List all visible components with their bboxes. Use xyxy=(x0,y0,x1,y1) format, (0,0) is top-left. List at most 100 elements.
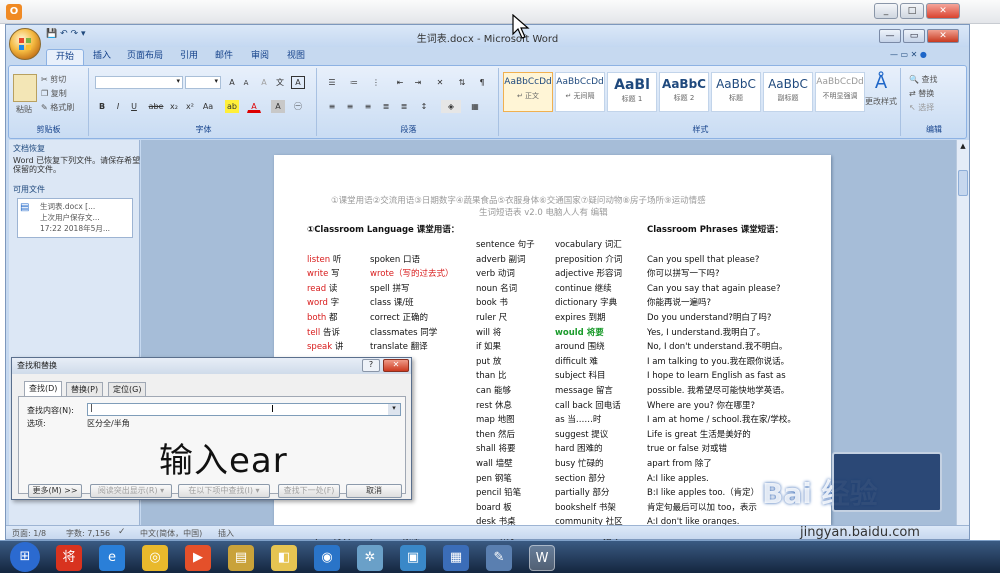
restore-button[interactable]: ▭ xyxy=(903,29,925,43)
media-player-icon[interactable]: ▶ xyxy=(185,545,211,571)
find-in-button[interactable]: 在以下项中查找(I) ▾ xyxy=(178,484,270,498)
app-jiang-icon[interactable]: 将 xyxy=(56,545,82,571)
tab-insert[interactable]: 插入 xyxy=(84,49,120,65)
underline-button[interactable]: U xyxy=(127,100,141,113)
font-color-button[interactable]: A xyxy=(247,100,261,113)
browser-360-icon[interactable]: ◉ xyxy=(314,545,340,571)
document-icon[interactable]: ▦ xyxy=(443,545,469,571)
player-maximize-button[interactable]: □ xyxy=(900,3,924,19)
dialog-help-button[interactable]: ? xyxy=(362,359,380,372)
select-button[interactable]: ↖ 选择 xyxy=(909,102,934,113)
tab-page-layout[interactable]: 页面布局 xyxy=(118,49,172,65)
find-next-button[interactable]: 查找下一处(F) xyxy=(278,484,340,498)
tab-mailings[interactable]: 邮件 xyxy=(206,49,242,65)
word-count[interactable]: 字数: 7,156 xyxy=(66,528,110,539)
dialog-close-button[interactable]: ✕ xyxy=(383,359,409,372)
style-subtle-emphasis[interactable]: AaBbCcDd 不明显强调 xyxy=(815,72,865,112)
highlight-button[interactable]: ab xyxy=(225,100,239,113)
page-count[interactable]: 页面: 1/8 xyxy=(12,528,46,539)
player-logo-icon[interactable]: O xyxy=(6,4,22,20)
player-close-button[interactable]: ✕ xyxy=(926,3,960,19)
sort-button[interactable]: ⇅ xyxy=(455,76,469,89)
recovered-file-item[interactable]: ▤ 生词表.docx [... 上次用户保存文... 17:22 2018年5月… xyxy=(17,198,133,238)
player-minimize-button[interactable]: _ xyxy=(874,3,898,19)
tab-review[interactable]: 审阅 xyxy=(242,49,278,65)
align-left-button[interactable]: ≡ xyxy=(325,100,339,113)
char-border-button[interactable]: A xyxy=(291,76,305,89)
format-painter-button[interactable]: ✎ 格式刷 xyxy=(41,102,74,113)
find-what-input[interactable]: | ▾ xyxy=(87,403,401,416)
style-heading-2[interactable]: AaBbC 标题 2 xyxy=(659,72,709,112)
increase-indent-button[interactable]: ⇥ xyxy=(411,76,425,89)
image-app-icon[interactable]: ▣ xyxy=(400,545,426,571)
borders-button[interactable]: ▦ xyxy=(465,100,485,113)
style-normal[interactable]: AaBbCcDd ↵ 正文 xyxy=(503,72,553,112)
italic-button[interactable]: I xyxy=(111,100,125,113)
style-no-spacing[interactable]: AaBbCcDd ↵ 无间隔 xyxy=(555,72,605,112)
style-title[interactable]: AaBbC 标题 xyxy=(711,72,761,112)
language-status[interactable]: 中文(简体，中国) xyxy=(140,528,202,539)
word-icon[interactable]: W xyxy=(529,545,555,571)
multilevel-list-button[interactable]: ⋮ xyxy=(369,76,383,89)
tab-replace[interactable]: 替换(P) xyxy=(66,382,104,396)
find-button[interactable]: 🔍 查找 xyxy=(909,74,938,85)
insert-mode-status[interactable]: 插入 xyxy=(218,528,234,539)
close-button[interactable]: ✕ xyxy=(927,29,959,43)
proofing-icon[interactable]: ✓ xyxy=(118,527,126,537)
font-name-select[interactable]: ▾ xyxy=(95,76,183,89)
folder-icon[interactable]: ▤ xyxy=(228,545,254,571)
style-subtitle[interactable]: AaBbC 副标题 xyxy=(763,72,813,112)
strikethrough-button[interactable]: abe xyxy=(147,100,165,113)
ribbon-restore-button[interactable]: ▭ xyxy=(901,50,909,59)
ie-icon[interactable]: e xyxy=(99,545,125,571)
settings-app-icon[interactable]: ✲ xyxy=(357,545,383,571)
bullets-button[interactable]: ☰ xyxy=(325,76,339,89)
tool-icon[interactable]: ✎ xyxy=(486,545,512,571)
office-button[interactable] xyxy=(9,28,41,60)
tab-references[interactable]: 引用 xyxy=(171,49,207,65)
chrome-icon[interactable]: ◎ xyxy=(142,545,168,571)
windows-start-icon[interactable]: ⊞ xyxy=(10,542,40,572)
cancel-button[interactable]: 取消 xyxy=(346,484,402,498)
subscript-button[interactable]: x₂ xyxy=(167,100,181,113)
decrease-indent-button[interactable]: ⇤ xyxy=(393,76,407,89)
ribbon-close-button[interactable]: ✕ xyxy=(911,50,918,59)
distribute-button[interactable]: ≣ xyxy=(397,100,411,113)
tab-find[interactable]: 查找(D) xyxy=(24,381,63,396)
shading-button[interactable]: ◈ xyxy=(441,100,461,113)
change-case-button[interactable]: Aa xyxy=(201,100,215,113)
phonetic-guide-button[interactable]: 文 xyxy=(273,76,287,89)
justify-button[interactable]: ≣ xyxy=(379,100,393,113)
char-shading-button[interactable]: A xyxy=(271,100,285,113)
superscript-button[interactable]: x² xyxy=(183,100,197,113)
grow-font-button[interactable]: A xyxy=(225,76,239,89)
more-button[interactable]: 更多(M) >> xyxy=(28,484,82,498)
ribbon-minimize-button[interactable]: — xyxy=(890,50,898,59)
tab-home[interactable]: 开始 xyxy=(46,49,85,65)
align-center-button[interactable]: ≡ xyxy=(343,100,357,113)
minimize-button[interactable]: — xyxy=(879,29,901,43)
style-heading-1[interactable]: AaBl 标题 1 xyxy=(607,72,657,112)
line-spacing-button[interactable]: ↕ xyxy=(417,100,431,113)
replace-button[interactable]: ⇄ 替换 xyxy=(909,88,934,99)
enclose-char-button[interactable]: ㊀ xyxy=(291,100,305,113)
copy-button[interactable]: ❐ 复制 xyxy=(41,88,67,99)
find-history-dropdown-icon[interactable]: ▾ xyxy=(388,404,400,415)
bold-button[interactable]: B xyxy=(95,100,109,113)
shrink-font-button[interactable]: A xyxy=(239,76,253,89)
cut-button[interactable]: ✂ 剪切 xyxy=(41,74,66,85)
scroll-up-icon[interactable]: ▲ xyxy=(958,142,968,152)
notes-icon[interactable]: ◧ xyxy=(271,545,297,571)
scroll-thumb[interactable] xyxy=(958,170,968,196)
font-size-select[interactable]: ▾ xyxy=(185,76,221,89)
tab-goto[interactable]: 定位(G) xyxy=(108,382,147,396)
align-right-button[interactable]: ≡ xyxy=(361,100,375,113)
show-marks-button[interactable]: ¶ xyxy=(475,76,489,89)
change-styles-icon[interactable]: Å xyxy=(867,72,895,93)
chinese-layout-button[interactable]: ✕ xyxy=(433,76,447,89)
reading-highlight-button[interactable]: 阅读突出显示(R) ▾ xyxy=(90,484,172,498)
tab-view[interactable]: 视图 xyxy=(278,49,314,65)
paste-icon[interactable] xyxy=(13,74,37,102)
change-styles-label[interactable]: 更改样式 xyxy=(865,96,897,107)
clear-format-button[interactable]: A xyxy=(257,76,271,89)
